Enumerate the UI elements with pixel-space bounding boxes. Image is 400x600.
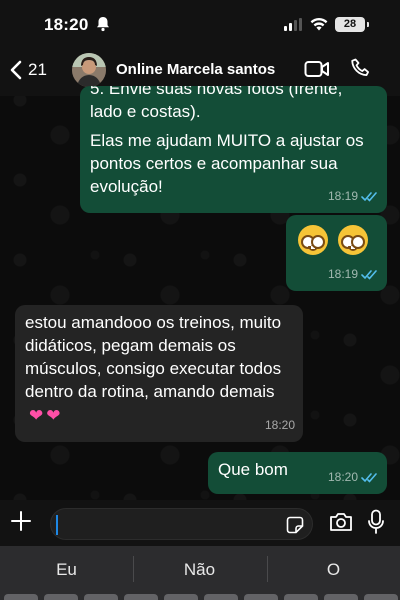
nerd-face-emoji — [338, 225, 368, 255]
message-outgoing[interactable]: Que bom 18:20 — [208, 452, 387, 494]
sparkling-heart-icon: ❤ — [46, 406, 61, 426]
microphone-icon[interactable] — [367, 509, 385, 535]
read-receipt-icon — [361, 192, 377, 202]
message-meta: 18:19 — [328, 263, 379, 286]
message-meta: 18:20 — [265, 414, 295, 437]
text-caret — [56, 515, 58, 535]
message-time: 18:20 — [327, 470, 358, 484]
plus-icon[interactable] — [10, 510, 32, 532]
message-meta: 18:20 — [328, 466, 379, 489]
keyboard-key[interactable] — [324, 594, 358, 600]
suggestion-item[interactable]: O — [267, 560, 400, 580]
keyboard-keys-row — [0, 592, 400, 600]
back-button[interactable]: 21 — [10, 56, 47, 84]
keyboard-key[interactable] — [244, 594, 278, 600]
keyboard-key[interactable] — [124, 594, 158, 600]
message-incoming[interactable]: estou amandooo os treinos, muito didátic… — [15, 305, 303, 442]
keyboard-key[interactable] — [4, 594, 38, 600]
unread-count: 21 — [28, 60, 47, 79]
chevron-left-icon — [10, 60, 22, 80]
message-time: 18:19 — [327, 189, 358, 203]
keyboard-key[interactable] — [364, 594, 398, 600]
sticker-icon[interactable] — [286, 516, 304, 534]
emoji-group: ❤ ❤ — [29, 404, 61, 427]
suggestion-item[interactable]: Eu — [0, 560, 133, 580]
wifi-icon — [310, 17, 328, 31]
message-input[interactable] — [50, 508, 313, 540]
status-bar: 18:20 28 — [0, 0, 400, 46]
message-text: estou amandooo os treinos, muito didátic… — [25, 313, 282, 401]
keyboard-key[interactable] — [164, 594, 198, 600]
contact-photo — [72, 53, 106, 87]
camera-icon[interactable] — [329, 512, 353, 532]
cellular-signal-icon — [284, 18, 302, 31]
emoji-row — [298, 225, 377, 255]
read-receipt-icon — [361, 270, 377, 280]
message-text-cut: 5. Envie suas novas fotos (frente, lado … — [90, 86, 343, 121]
message-outgoing[interactable]: 5. Envie suas novas fotos (frente, lado … — [80, 86, 387, 213]
bell-icon — [97, 17, 109, 32]
keyboard-key[interactable] — [284, 594, 318, 600]
sparkling-heart-icon: ❤ — [29, 406, 44, 426]
read-receipt-icon — [361, 473, 377, 483]
phone-call-icon[interactable] — [350, 57, 372, 79]
message-outgoing[interactable]: 18:19 — [286, 215, 387, 291]
contact-name[interactable]: Online Marcela santos — [116, 61, 275, 78]
status-time: 18:20 — [44, 15, 89, 34]
keyboard-key[interactable] — [84, 594, 118, 600]
suggestion-item[interactable]: Não — [133, 560, 266, 580]
keyboard-key[interactable] — [44, 594, 78, 600]
message-time: 18:20 — [264, 418, 295, 432]
message-text: Que bom — [218, 460, 288, 479]
video-call-icon[interactable] — [304, 59, 330, 79]
message-time: 18:19 — [327, 267, 358, 281]
composer-bar — [0, 500, 400, 546]
avatar[interactable] — [72, 53, 106, 87]
battery-indicator: 28 — [335, 17, 369, 32]
nerd-face-emoji — [298, 225, 328, 255]
keyboard-key[interactable] — [204, 594, 238, 600]
message-meta: 18:19 — [328, 185, 379, 208]
keyboard-suggestion-bar: Eu Não O — [0, 546, 400, 592]
